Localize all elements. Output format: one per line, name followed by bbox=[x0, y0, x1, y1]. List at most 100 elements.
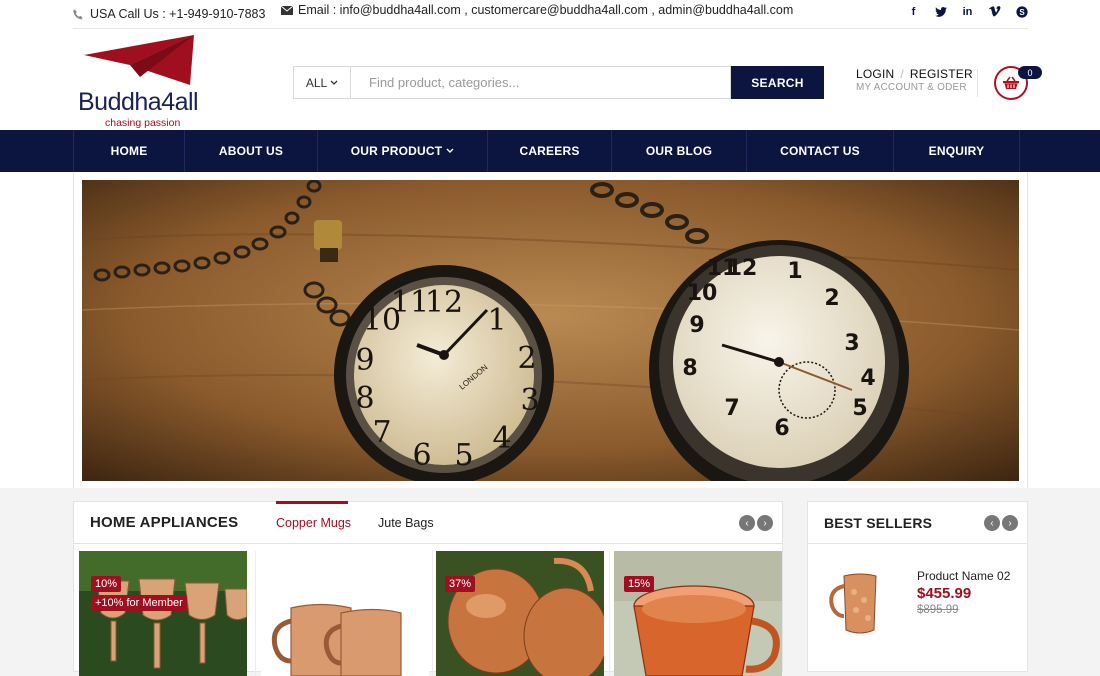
search-bar: ALL SEARCH bbox=[293, 66, 824, 99]
divider bbox=[977, 69, 978, 97]
tab-copper-mugs[interactable]: Copper Mugs bbox=[276, 516, 351, 530]
product-card[interactable]: 37% bbox=[433, 551, 610, 676]
best-seller-price: $455.99 bbox=[917, 585, 972, 602]
nav-label: ABOUT US bbox=[218, 144, 284, 158]
nav-item-our-blog[interactable]: OUR BLOG bbox=[611, 130, 746, 172]
register-link[interactable]: REGISTER bbox=[910, 67, 973, 81]
svg-text:12: 12 bbox=[425, 285, 463, 320]
svg-text:8: 8 bbox=[682, 356, 697, 381]
nav-label: ENQUIRY bbox=[928, 144, 985, 158]
account-links: LOGIN / REGISTER MY ACCOUNT & ODER bbox=[856, 67, 973, 93]
contact-phone: USA Call Us : +1-949-910-7883 bbox=[73, 7, 265, 21]
product-image[interactable] bbox=[261, 551, 429, 676]
facebook-icon[interactable]: f bbox=[907, 5, 920, 18]
vimeo-icon[interactable] bbox=[988, 5, 1001, 18]
product-image[interactable] bbox=[436, 551, 604, 676]
next-arrow-icon[interactable]: › bbox=[1002, 515, 1018, 531]
best-sellers-header: BEST SELLERS ‹ › bbox=[808, 502, 1027, 544]
svg-text:9: 9 bbox=[355, 343, 374, 378]
logo-name: Buddha4all bbox=[78, 88, 199, 116]
phone-text: USA Call Us : +1-949-910-7883 bbox=[90, 7, 266, 21]
best-seller-old-price: $895.99 bbox=[917, 604, 959, 616]
discount-badge: 37% bbox=[445, 576, 476, 592]
site-header: Buddha4all chasing passion ALL SEARCH LO… bbox=[0, 29, 1100, 130]
svg-text:5: 5 bbox=[852, 396, 867, 421]
nav-item-about-us[interactable]: ABOUT US bbox=[184, 130, 317, 172]
twitter-icon[interactable] bbox=[934, 5, 947, 18]
nav-item-enquiry[interactable]: ENQUIRY bbox=[893, 130, 1020, 172]
paper-plane-logo-icon bbox=[84, 35, 194, 85]
nav-label: OUR PRODUCT bbox=[350, 144, 443, 158]
account-subtext[interactable]: MY ACCOUNT & ODER bbox=[856, 82, 973, 93]
svg-text:11: 11 bbox=[707, 256, 738, 281]
svg-text:5: 5 bbox=[454, 438, 473, 473]
svg-text:8: 8 bbox=[355, 381, 374, 416]
prev-arrow-icon[interactable]: ‹ bbox=[739, 515, 755, 531]
product-card[interactable] bbox=[256, 551, 433, 676]
panel-header: HOME APPLIANCES Copper Mugs Jute Bags ‹ … bbox=[74, 501, 782, 544]
hero-banner-image[interactable]: 12 1 2 345 678 9 10 11 LONDON 12 1 2 345 678 9… bbox=[82, 180, 1019, 481]
best-sellers-panel: BEST SELLERS ‹ › Product Name 02 $455.99… bbox=[807, 501, 1028, 672]
product-list: 10% +10% for Member 37% 15% bbox=[79, 551, 787, 676]
chevron-down-icon bbox=[330, 80, 338, 85]
svg-text:10: 10 bbox=[687, 281, 718, 306]
tab-jute-bags[interactable]: Jute Bags bbox=[378, 516, 434, 530]
svg-text:3: 3 bbox=[844, 331, 859, 356]
svg-text:4: 4 bbox=[492, 421, 511, 456]
nav-item-careers[interactable]: CAREERS bbox=[487, 130, 611, 172]
nav-item-contact-us[interactable]: CONTACT US bbox=[746, 130, 893, 172]
prev-arrow-icon[interactable]: ‹ bbox=[984, 515, 1000, 531]
svg-text:1: 1 bbox=[487, 303, 506, 338]
search-input[interactable] bbox=[351, 66, 731, 99]
logo-tagline: chasing passion bbox=[105, 117, 181, 129]
svg-text:6: 6 bbox=[774, 416, 789, 441]
nav-label: CAREERS bbox=[519, 144, 580, 158]
chevron-down-icon bbox=[446, 148, 454, 153]
svg-text:3: 3 bbox=[520, 383, 539, 418]
next-arrow-icon[interactable]: › bbox=[757, 515, 773, 531]
linkedin-icon[interactable]: in bbox=[961, 5, 974, 18]
best-seller-name[interactable]: Product Name 02 bbox=[917, 569, 1010, 583]
svg-text:6: 6 bbox=[412, 438, 431, 473]
phone-icon bbox=[73, 9, 83, 19]
discount-badge: 15% bbox=[624, 576, 655, 592]
product-card[interactable]: 15% bbox=[610, 551, 787, 676]
carousel-arrows: ‹ › bbox=[739, 515, 773, 531]
svg-text:1: 1 bbox=[787, 259, 802, 284]
nav-item-our-product[interactable]: OUR PRODUCT bbox=[317, 130, 487, 172]
contact-email: Email : info@buddha4all.com , customerca… bbox=[281, 3, 793, 17]
svg-text:7: 7 bbox=[372, 415, 391, 450]
discount-badge: 10% bbox=[91, 576, 122, 592]
site-logo[interactable]: Buddha4all chasing passion bbox=[78, 35, 203, 129]
basket-icon bbox=[1003, 76, 1019, 89]
top-bar: USA Call Us : +1-949-910-7883 Email : in… bbox=[0, 0, 1100, 29]
nav-item-home[interactable]: HOME bbox=[73, 130, 184, 172]
svg-text:2: 2 bbox=[824, 286, 839, 311]
envelope-icon bbox=[281, 5, 293, 15]
nav-label: HOME bbox=[110, 144, 148, 158]
product-card[interactable]: 10% +10% for Member bbox=[79, 551, 256, 676]
product-image[interactable] bbox=[79, 551, 247, 676]
search-category-select[interactable]: ALL bbox=[293, 66, 351, 99]
search-button[interactable]: SEARCH bbox=[731, 66, 824, 99]
cart-count-badge: 0 bbox=[1018, 66, 1042, 79]
social-links: f in S bbox=[907, 5, 1028, 18]
email-text[interactable]: Email : info@buddha4all.com , customerca… bbox=[298, 3, 793, 17]
svg-text:4: 4 bbox=[860, 366, 875, 391]
best-sellers-title: BEST SELLERS bbox=[824, 515, 933, 531]
svg-text:S: S bbox=[1019, 8, 1025, 17]
nav-label: OUR BLOG bbox=[645, 144, 713, 158]
panel-title: HOME APPLIANCES bbox=[90, 514, 239, 531]
svg-text:11: 11 bbox=[391, 285, 429, 320]
search-category-value: ALL bbox=[305, 75, 328, 90]
login-link[interactable]: LOGIN bbox=[856, 67, 894, 81]
best-seller-product-image[interactable] bbox=[826, 572, 896, 642]
nav-label: CONTACT US bbox=[780, 144, 860, 158]
product-image[interactable] bbox=[614, 551, 782, 676]
svg-text:9: 9 bbox=[689, 313, 704, 338]
svg-text:7: 7 bbox=[724, 396, 739, 421]
home-appliances-panel: HOME APPLIANCES Copper Mugs Jute Bags ‹ … bbox=[73, 501, 783, 676]
main-nav: HOME ABOUT US OUR PRODUCT CAREERS OUR BL… bbox=[0, 130, 1100, 172]
skype-icon[interactable]: S bbox=[1015, 5, 1028, 18]
member-badge: +10% for Member bbox=[91, 595, 187, 611]
